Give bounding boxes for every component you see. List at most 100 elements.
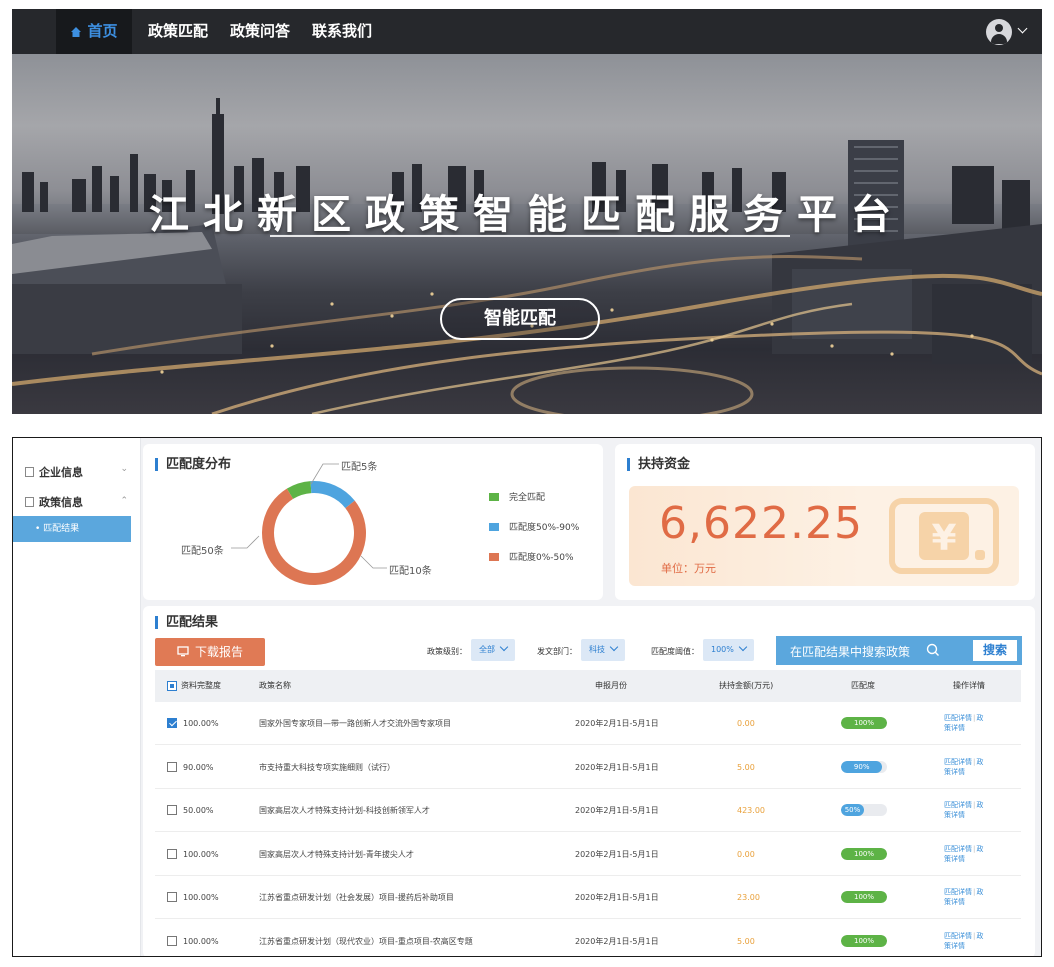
row-amount: 5.00: [737, 762, 755, 772]
row-actions: 匹配详情|政策详情: [944, 931, 988, 951]
dashboard-panel: 企业信息 ⌄ 政策信息 ⌃ • 匹配结果 匹配度分布 匹配5条 匹配50条 匹配…: [12, 437, 1042, 957]
filter-dept-select[interactable]: 科技: [581, 639, 625, 661]
chevron-down-icon: [499, 642, 509, 652]
legend-full-match: 完全匹配: [489, 490, 545, 503]
match-progress-fill: 100%: [841, 891, 887, 903]
user-avatar[interactable]: [986, 19, 1012, 45]
match-progress-fill: 100%: [841, 717, 887, 729]
row-policy-name[interactable]: 国家高层次人才特殊支持计划-科技创新领军人才: [259, 789, 430, 832]
row-amount: 0.00: [737, 849, 755, 859]
table-row[interactable]: 100.00% 江苏省重点研发计划（现代农业）项目-重点项目-农高区专题 2020年…: [155, 920, 1021, 957]
filter-dept-label: 发文部门：: [537, 647, 577, 656]
legend-label: 匹配度50%-90%: [509, 523, 580, 533]
match-detail-link[interactable]: 匹配详情: [944, 801, 972, 809]
row-policy-name[interactable]: 江苏省重点研发计划（现代农业）项目-重点项目-农高区专题: [259, 920, 473, 957]
nav-policy-qa[interactable]: 政策问答: [230, 9, 290, 54]
filter-value: 100%: [711, 645, 734, 654]
sidebar: 企业信息 ⌄ 政策信息 ⌃ • 匹配结果: [13, 438, 141, 956]
match-detail-link[interactable]: 匹配详情: [944, 845, 972, 853]
nav-contact[interactable]: 联系我们: [312, 9, 372, 54]
chevron-down-icon: [738, 642, 748, 652]
nav-home[interactable]: 首页: [56, 9, 132, 54]
match-detail-link[interactable]: 匹配详情: [944, 714, 972, 722]
row-completeness: 100.00%: [183, 893, 219, 902]
row-checkbox[interactable]: [167, 848, 177, 859]
row-completeness: 90.00%: [183, 762, 214, 772]
filter-level-select[interactable]: 全部: [471, 639, 515, 661]
table-row[interactable]: 100.00% 国家高层次人才特殊支持计划-青年拔尖人才 2020年2月1日-5月1…: [155, 833, 1021, 876]
monitor-icon: [177, 646, 189, 657]
row-month: 2020年2月1日-5月1日: [575, 849, 659, 859]
filter-level-label: 政策级别：: [427, 647, 467, 656]
row-actions: 匹配详情|政策详情: [944, 887, 988, 907]
sidebar-item-policy-info[interactable]: 政策信息: [25, 494, 83, 510]
legend-label: 完全匹配: [509, 493, 546, 503]
row-checkbox[interactable]: [167, 761, 177, 772]
search-button[interactable]: 搜索: [973, 640, 1017, 661]
row-completeness: 100.00%: [183, 849, 219, 859]
sidebar-item-label: 企业信息: [39, 466, 83, 479]
table-row[interactable]: 90.00% 市支持重大科技专项实施细则（试行） 2020年2月1日-5月1日 5.0…: [155, 746, 1021, 789]
banner-title: 江北新区政策智能匹配服务平台: [149, 192, 905, 238]
banner-divider: [270, 235, 790, 237]
row-actions: 匹配详情|政策详情: [944, 800, 988, 820]
chevron-down-icon[interactable]: [1017, 23, 1028, 34]
legend-mid-match: 匹配度50%-90%: [489, 520, 579, 533]
sidebar-item-label: 政策信息: [39, 496, 83, 509]
nav-policy-match[interactable]: 政策匹配: [148, 9, 208, 54]
search-icon: [926, 643, 939, 656]
chevron-up-icon[interactable]: ⌃: [120, 496, 128, 506]
legend-label: 匹配度0%-50%: [509, 553, 574, 563]
header-actions: 操作详情: [953, 681, 985, 690]
donut-chart: [262, 481, 366, 585]
download-report-button[interactable]: 下载报告: [155, 638, 265, 666]
match-results-card: 匹配结果 下载报告 政策级别： 全部 发文部门： 科技 匹配度阈值： 100% …: [143, 606, 1035, 957]
yen-icon: ¥: [889, 498, 999, 574]
chevron-down-icon[interactable]: ⌄: [120, 464, 128, 474]
match-detail-link[interactable]: 匹配详情: [944, 888, 972, 896]
row-checkbox[interactable]: [167, 892, 177, 902]
table-row[interactable]: 50.00% 国家高层次人才特殊支持计划-科技创新领军人才 2020年2月1日-5月…: [155, 789, 1021, 832]
match-progress-bar: 100%: [841, 847, 887, 860]
match-detail-link[interactable]: 匹配详情: [944, 932, 972, 940]
row-policy-name[interactable]: 江苏省重点研发计划（社会发展）项目-援药后补助项目: [259, 876, 454, 919]
filter-value: 科技: [589, 645, 605, 654]
match-progress-bar: 100%: [841, 891, 887, 903]
header-completeness: 资料完整度: [181, 681, 221, 690]
distribution-title: 匹配度分布: [155, 458, 231, 471]
home-icon: [71, 27, 82, 37]
row-checkbox[interactable]: [167, 718, 177, 728]
document-icon: [25, 467, 34, 477]
search-input[interactable]: 在匹配结果中搜索政策: [790, 643, 910, 660]
filter-threshold-select[interactable]: 100%: [703, 639, 754, 661]
smart-match-button[interactable]: 智能匹配: [440, 298, 600, 340]
row-policy-name[interactable]: 市支持重大科技专项实施细则（试行）: [259, 746, 395, 789]
match-detail-link[interactable]: 匹配详情: [944, 758, 972, 766]
hero-banner: 江北新区政策智能匹配服务平台 智能匹配: [12, 54, 1042, 414]
filter-value: 全部: [479, 645, 495, 654]
donut-label-mid: 匹配10条: [389, 566, 432, 577]
table-row[interactable]: 100.00% 江苏省重点研发计划（社会发展）项目-援药后补助项目 2020年2月1…: [155, 876, 1021, 919]
select-all-checkbox[interactable]: [167, 681, 177, 691]
legend-swatch: [489, 493, 499, 501]
row-month: 2020年2月1日-5月1日: [575, 936, 659, 946]
sidebar-item-match-results[interactable]: • 匹配结果: [13, 516, 131, 542]
match-progress-fill: 100%: [841, 934, 887, 947]
match-progress-fill: 100%: [841, 847, 887, 860]
chevron-down-icon: [609, 642, 619, 652]
sidebar-item-company-info[interactable]: 企业信息: [25, 464, 83, 480]
donut-label-full: 匹配5条: [341, 462, 378, 473]
table-row[interactable]: 100.00% 国家外国专家项目—带一路创新人才交流外国专家项目 2020年2月1日…: [155, 702, 1021, 745]
match-progress-fill: 50%: [841, 804, 864, 816]
row-completeness: 50.00%: [183, 806, 214, 815]
row-policy-name[interactable]: 国家高层次人才特殊支持计划-青年拔尖人才: [259, 833, 414, 876]
row-month: 2020年2月1日-5月1日: [575, 806, 659, 815]
filter-threshold-label: 匹配度阈值：: [651, 647, 699, 656]
row-month: 2020年2月1日-5月1日: [575, 893, 659, 902]
row-checkbox[interactable]: [167, 935, 177, 946]
row-checkbox[interactable]: [167, 805, 177, 815]
row-policy-name[interactable]: 国家外国专家项目—带一路创新人才交流外国专家项目: [259, 702, 451, 745]
results-title: 匹配结果: [155, 616, 218, 629]
fund-box: 6,622.25 单位：万元 ¥: [629, 486, 1019, 586]
search-bar: 在匹配结果中搜索政策 搜索: [776, 636, 1022, 665]
